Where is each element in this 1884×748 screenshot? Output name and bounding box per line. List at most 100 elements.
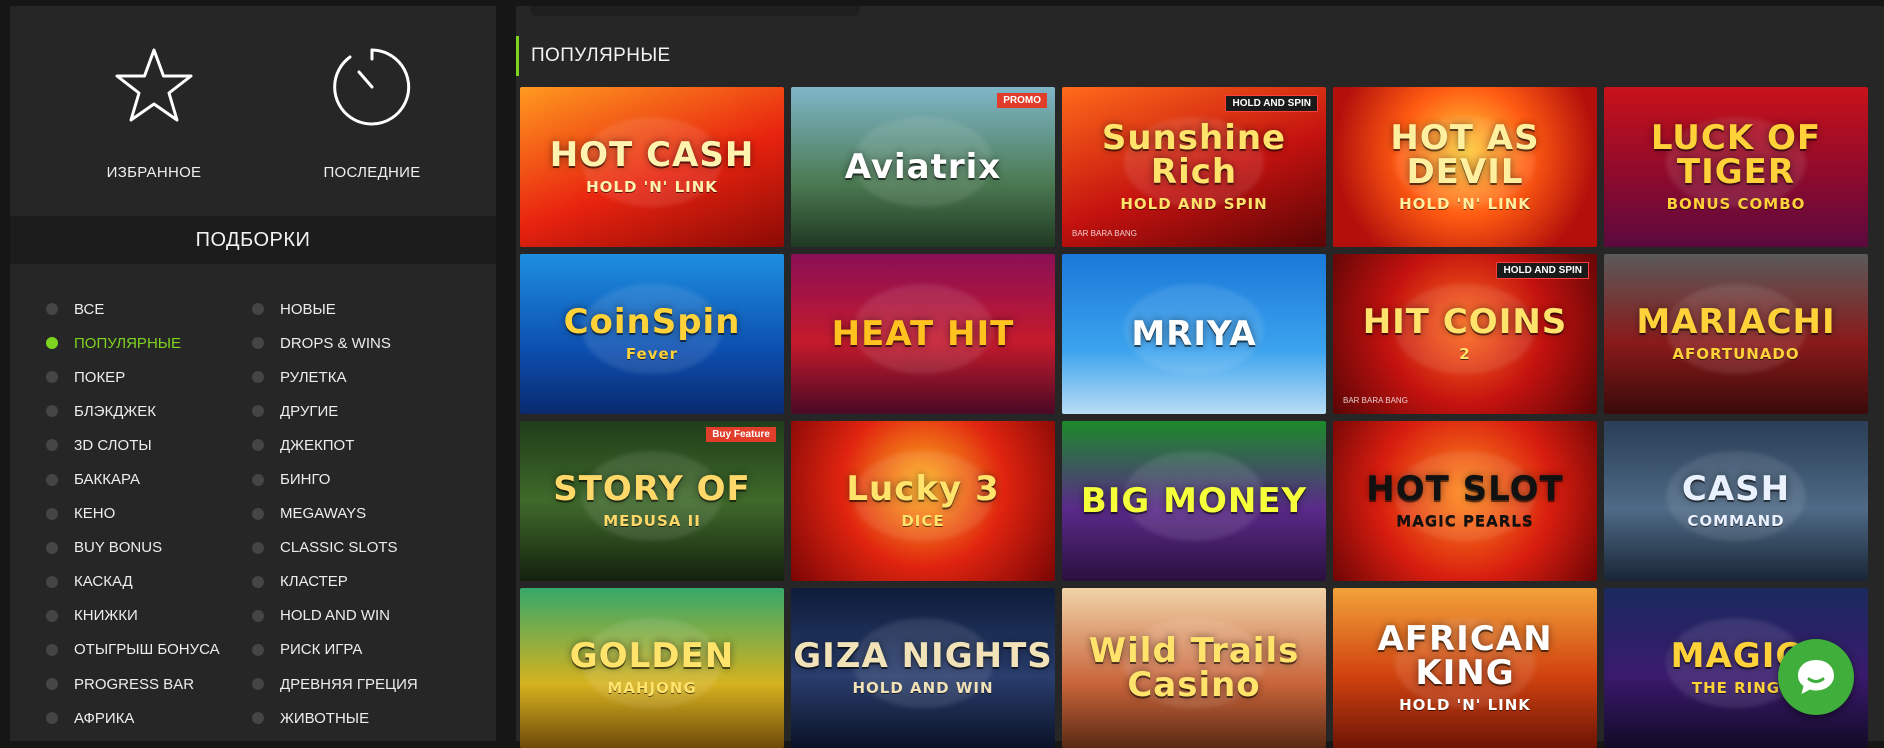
category-item[interactable]: НОВЫЕ [252, 292, 418, 326]
game-subtitle: Fever [625, 345, 679, 363]
category-item[interactable]: ВСЕ [46, 292, 220, 326]
game-tile[interactable]: Sunshine Rich HOLD AND SPIN HOLD AND SPIN B… [1062, 87, 1326, 247]
game-title: Sunshine Rich [1101, 118, 1287, 192]
game-tile[interactable]: HIT COINS 2 HOLD AND SPIN BAR BARA BANG [1333, 254, 1597, 414]
game-title: LUCK OF TIGER [1650, 118, 1822, 192]
dot-icon [252, 575, 264, 588]
category-list: ВСЕ ПОПУЛЯРНЫЕ ПОКЕР БЛЭКДЖЕК 3D СЛОТЫ БАККАР… [10, 264, 496, 727]
category-item[interactable]: БЛЭКДЖЕК [46, 394, 220, 428]
dot-icon [46, 303, 58, 316]
game-title: Wild Trails Casino [1088, 631, 1300, 705]
category-item[interactable]: ОТЫГРЫШ БОНУСА [46, 633, 220, 667]
game-tile[interactable]: AFRICAN KING HOLD 'N' LINK [1333, 588, 1597, 748]
category-label: ВСЕ [74, 300, 105, 318]
game-tile[interactable]: GOLDEN MAHJONG [520, 588, 784, 748]
dot-icon [46, 678, 58, 691]
category-item[interactable]: ПОПУЛЯРНЫЕ [46, 326, 220, 360]
category-item[interactable]: ДРЕВНЯЯ ГРЕЦИЯ [252, 667, 418, 701]
game-tile[interactable]: BIG MONEY [1062, 421, 1326, 581]
category-item[interactable]: ПОКЕР [46, 360, 220, 394]
game-subtitle: MAHJONG [607, 679, 697, 697]
dot-icon [252, 678, 264, 691]
provider-logo: BAR BARA BANG [1072, 229, 1137, 238]
dot-icon [252, 337, 264, 350]
category-item[interactable]: КАСКАД [46, 565, 220, 599]
category-label: КЕНО [74, 505, 116, 523]
game-tile[interactable]: Lucky 3 DICE [791, 421, 1055, 581]
category-item[interactable]: АФРИКА [46, 701, 220, 735]
game-tile[interactable]: STORY OF MEDUSA II Buy Feature [520, 421, 784, 581]
category-item[interactable]: 3D СЛОТЫ [46, 428, 220, 462]
game-subtitle: MAGIC PEARLS [1396, 512, 1534, 530]
category-item[interactable]: ДЖЕКПОТ [252, 428, 418, 462]
game-tile[interactable]: HOT SLOT MAGIC PEARLS [1333, 421, 1597, 581]
category-item[interactable]: CLASSIC SLOTS [252, 531, 418, 565]
category-label: НОВЫЕ [280, 300, 336, 318]
game-title: AFRICAN KING [1377, 619, 1553, 693]
game-tile[interactable]: HOT AS DEVIL HOLD 'N' LINK [1333, 87, 1597, 247]
star-icon [115, 48, 193, 122]
quick-links: ИЗБРАННОЕ ПОСЛЕДНИЕ [10, 6, 496, 216]
game-tile[interactable]: MRIYA [1062, 254, 1326, 414]
category-label: DROPS & WINS [280, 334, 391, 352]
game-title: HOT CASH [549, 135, 755, 175]
category-item[interactable]: РУЛЕТКА [252, 360, 418, 394]
game-tile[interactable]: GIZA NIGHTS HOLD AND WIN [791, 588, 1055, 748]
sidebar: ИЗБРАННОЕ ПОСЛЕДНИЕ ПОДБОРКИ ВСЕ ПОПУЛЯРН… [10, 6, 496, 741]
category-item[interactable]: БАККАРА [46, 462, 220, 496]
category-item[interactable]: КЕНО [46, 497, 220, 531]
category-column-2: НОВЫЕ DROPS & WINS РУЛЕТКА ДРУГИЕ ДЖЕКПОТ БИН… [252, 292, 418, 735]
category-item[interactable]: РИСК ИГРА [252, 633, 418, 667]
category-label: АФРИКА [74, 709, 135, 727]
game-title: HEAT HIT [831, 314, 1015, 354]
game-title: Lucky 3 [846, 469, 1000, 509]
game-tile[interactable]: CASH COMMAND [1604, 421, 1868, 581]
section-title: ПОПУЛЯРНЫЕ [516, 36, 671, 76]
category-label: ЖИВОТНЫЕ [280, 709, 370, 727]
category-label: РИСК ИГРА [280, 641, 363, 659]
dot-icon [252, 507, 264, 520]
category-label: MEGAWAYS [280, 505, 367, 523]
dot-icon [252, 643, 264, 656]
category-item[interactable]: HOLD AND WIN [252, 599, 418, 633]
game-title: HOT AS DEVIL [1390, 118, 1540, 192]
category-item[interactable]: BUY BONUS [46, 531, 220, 565]
category-label: ДЖЕКПОТ [280, 436, 355, 454]
game-tile[interactable]: HEAT HIT [791, 254, 1055, 414]
dot-icon [46, 643, 58, 656]
category-item[interactable]: БИНГО [252, 462, 418, 496]
category-item[interactable]: DROPS & WINS [252, 326, 418, 360]
game-badge: PROMO [997, 93, 1047, 108]
game-subtitle: DICE [901, 512, 945, 530]
category-item[interactable]: MEGAWAYS [252, 497, 418, 531]
favorites-link[interactable]: ИЗБРАННОЕ [54, 44, 254, 181]
game-tile[interactable]: Wild Trails Casino [1062, 588, 1326, 748]
category-item[interactable]: КЛАСТЕР [252, 565, 418, 599]
game-subtitle: HOLD AND WIN [852, 679, 994, 697]
category-label: ОТЫГРЫШ БОНУСА [74, 641, 220, 659]
game-tile[interactable]: HOT CASH HOLD 'N' LINK [520, 87, 784, 247]
recent-link[interactable]: ПОСЛЕДНИЕ [272, 44, 472, 181]
category-label: БИНГО [280, 471, 331, 489]
game-title: HIT COINS [1362, 302, 1568, 342]
category-label: BUY BONUS [74, 539, 163, 557]
game-tile[interactable]: MARIACHI AFORTUNADO [1604, 254, 1868, 414]
game-badge: HOLD AND SPIN [1496, 262, 1589, 279]
category-item[interactable]: ЖИВОТНЫЕ [252, 701, 418, 735]
game-tile[interactable]: Aviatrix PROMO [791, 87, 1055, 247]
category-item[interactable]: ДРУГИЕ [252, 394, 418, 428]
game-tile[interactable]: LUCK OF TIGER BONUS COMBO [1604, 87, 1868, 247]
category-label: ПОПУЛЯРНЫЕ [74, 334, 182, 352]
game-subtitle: THE RING [1691, 679, 1781, 697]
game-title: HOT SLOT [1366, 469, 1564, 509]
category-item[interactable]: PROGRESS BAR [46, 667, 220, 701]
game-tile[interactable]: CoinSpin Fever [520, 254, 784, 414]
chat-button[interactable] [1778, 639, 1854, 715]
chat-bubble-icon [1798, 660, 1834, 694]
category-item[interactable]: КНИЖКИ [46, 599, 220, 633]
category-label: 3D СЛОТЫ [74, 436, 152, 454]
game-badge: HOLD AND SPIN [1225, 95, 1318, 112]
dot-icon [252, 371, 264, 384]
category-label: PROGRESS BAR [74, 675, 195, 693]
category-label: БАККАРА [74, 471, 141, 489]
